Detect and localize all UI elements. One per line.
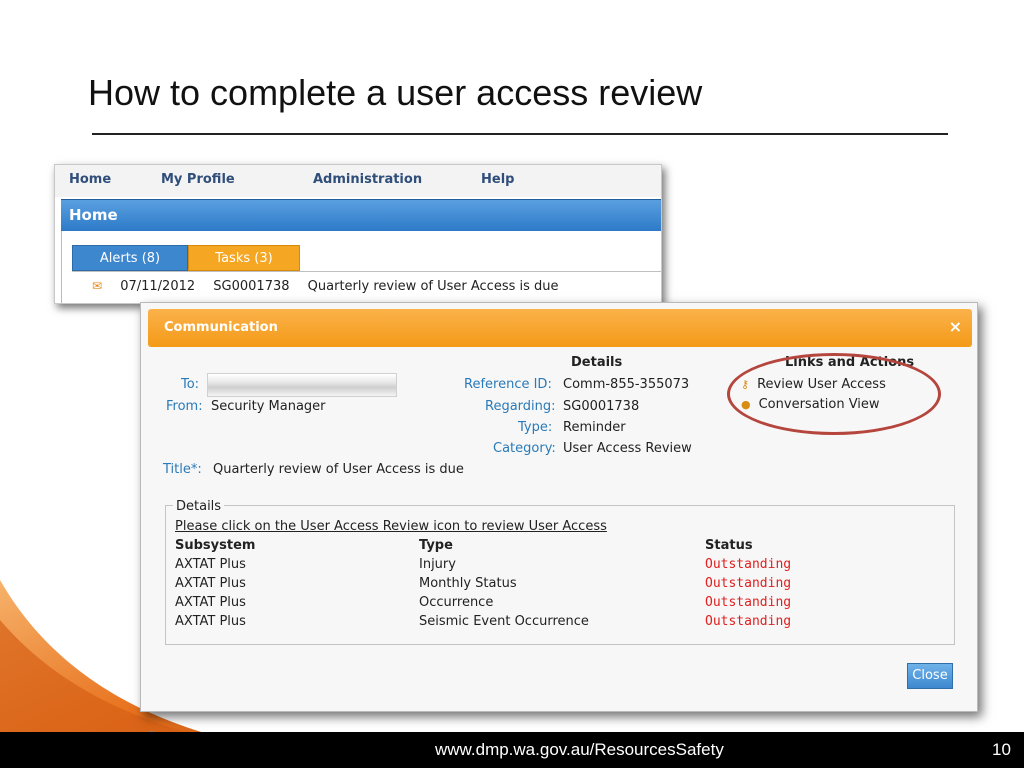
task-row[interactable]: ✉ 07/11/2012 SG0001738 Quarterly review … xyxy=(92,279,573,294)
reference-id-value: Comm-855-355073 xyxy=(563,377,690,392)
task-text: Quarterly review of User Access is due xyxy=(307,279,559,294)
close-button[interactable]: Close xyxy=(907,663,953,689)
title-label: Title*: xyxy=(163,462,202,477)
row-1-subsystem: AXTAT Plus xyxy=(175,557,246,572)
reference-id-label: Reference ID: xyxy=(464,377,552,392)
close-icon[interactable]: × xyxy=(949,317,962,336)
regarding-label: Regarding: xyxy=(485,399,556,414)
highlight-ellipse xyxy=(727,353,941,435)
top-nav: Home My Profile Administration Help xyxy=(55,165,661,197)
home-panel: Alerts (8) Tasks (3) ✉ 07/11/2012 SG0001… xyxy=(61,231,661,303)
dialog-title: Communication xyxy=(164,320,278,335)
row-3-type: Occurrence xyxy=(419,595,494,610)
from-label: From: xyxy=(166,399,203,414)
task-id: SG0001738 xyxy=(213,279,290,294)
details-legend: Details xyxy=(173,499,225,514)
footer-url: www.dmp.wa.gov.au/ResourcesSafety xyxy=(435,740,724,759)
row-1-status: Outstanding xyxy=(705,557,792,572)
page-number: 10 xyxy=(992,740,1011,759)
title-value: Quarterly review of User Access is due xyxy=(213,462,464,477)
app-home-screenshot: Home My Profile Administration Help Home… xyxy=(54,164,662,304)
nav-home[interactable]: Home xyxy=(69,172,111,187)
tab-alerts[interactable]: Alerts (8) xyxy=(72,245,188,271)
home-section-title: Home xyxy=(69,206,118,224)
tab-tasks[interactable]: Tasks (3) xyxy=(188,245,300,271)
row-4-subsystem: AXTAT Plus xyxy=(175,614,246,629)
tab-divider xyxy=(72,271,661,272)
title-divider xyxy=(92,133,948,135)
row-4-type: Seismic Event Occurrence xyxy=(419,614,589,629)
to-label: To: xyxy=(181,377,200,392)
from-value: Security Manager xyxy=(211,399,326,414)
envelope-icon: ✉ xyxy=(92,279,103,293)
recipient-field-redacted xyxy=(207,373,397,397)
row-1-type: Injury xyxy=(419,557,456,572)
column-header-status: Status xyxy=(705,538,753,553)
home-section-bar: Home xyxy=(61,199,661,231)
row-2-subsystem: AXTAT Plus xyxy=(175,576,246,591)
category-value: User Access Review xyxy=(563,441,692,456)
nav-my-profile[interactable]: My Profile xyxy=(161,172,235,187)
communication-dialog: Communication × To: From: Security Manag… xyxy=(140,302,978,712)
type-value: Reminder xyxy=(563,420,626,435)
row-2-type: Monthly Status xyxy=(419,576,517,591)
row-2-status: Outstanding xyxy=(705,576,792,591)
details-heading: Details xyxy=(571,355,623,370)
nav-administration[interactable]: Administration xyxy=(313,172,422,187)
instruction-link[interactable]: Please click on the User Access Review i… xyxy=(175,519,607,534)
row-4-status: Outstanding xyxy=(705,614,792,629)
row-3-subsystem: AXTAT Plus xyxy=(175,595,246,610)
type-label: Type: xyxy=(518,420,553,435)
category-label: Category: xyxy=(493,441,556,456)
column-header-subsystem: Subsystem xyxy=(175,538,256,553)
task-date: 07/11/2012 xyxy=(120,279,196,294)
row-3-status: Outstanding xyxy=(705,595,792,610)
column-header-type: Type xyxy=(419,538,453,553)
slide-title: How to complete a user access review xyxy=(88,72,703,113)
dialog-header: Communication × xyxy=(148,309,972,347)
nav-help[interactable]: Help xyxy=(481,172,514,187)
regarding-value: SG0001738 xyxy=(563,399,640,414)
